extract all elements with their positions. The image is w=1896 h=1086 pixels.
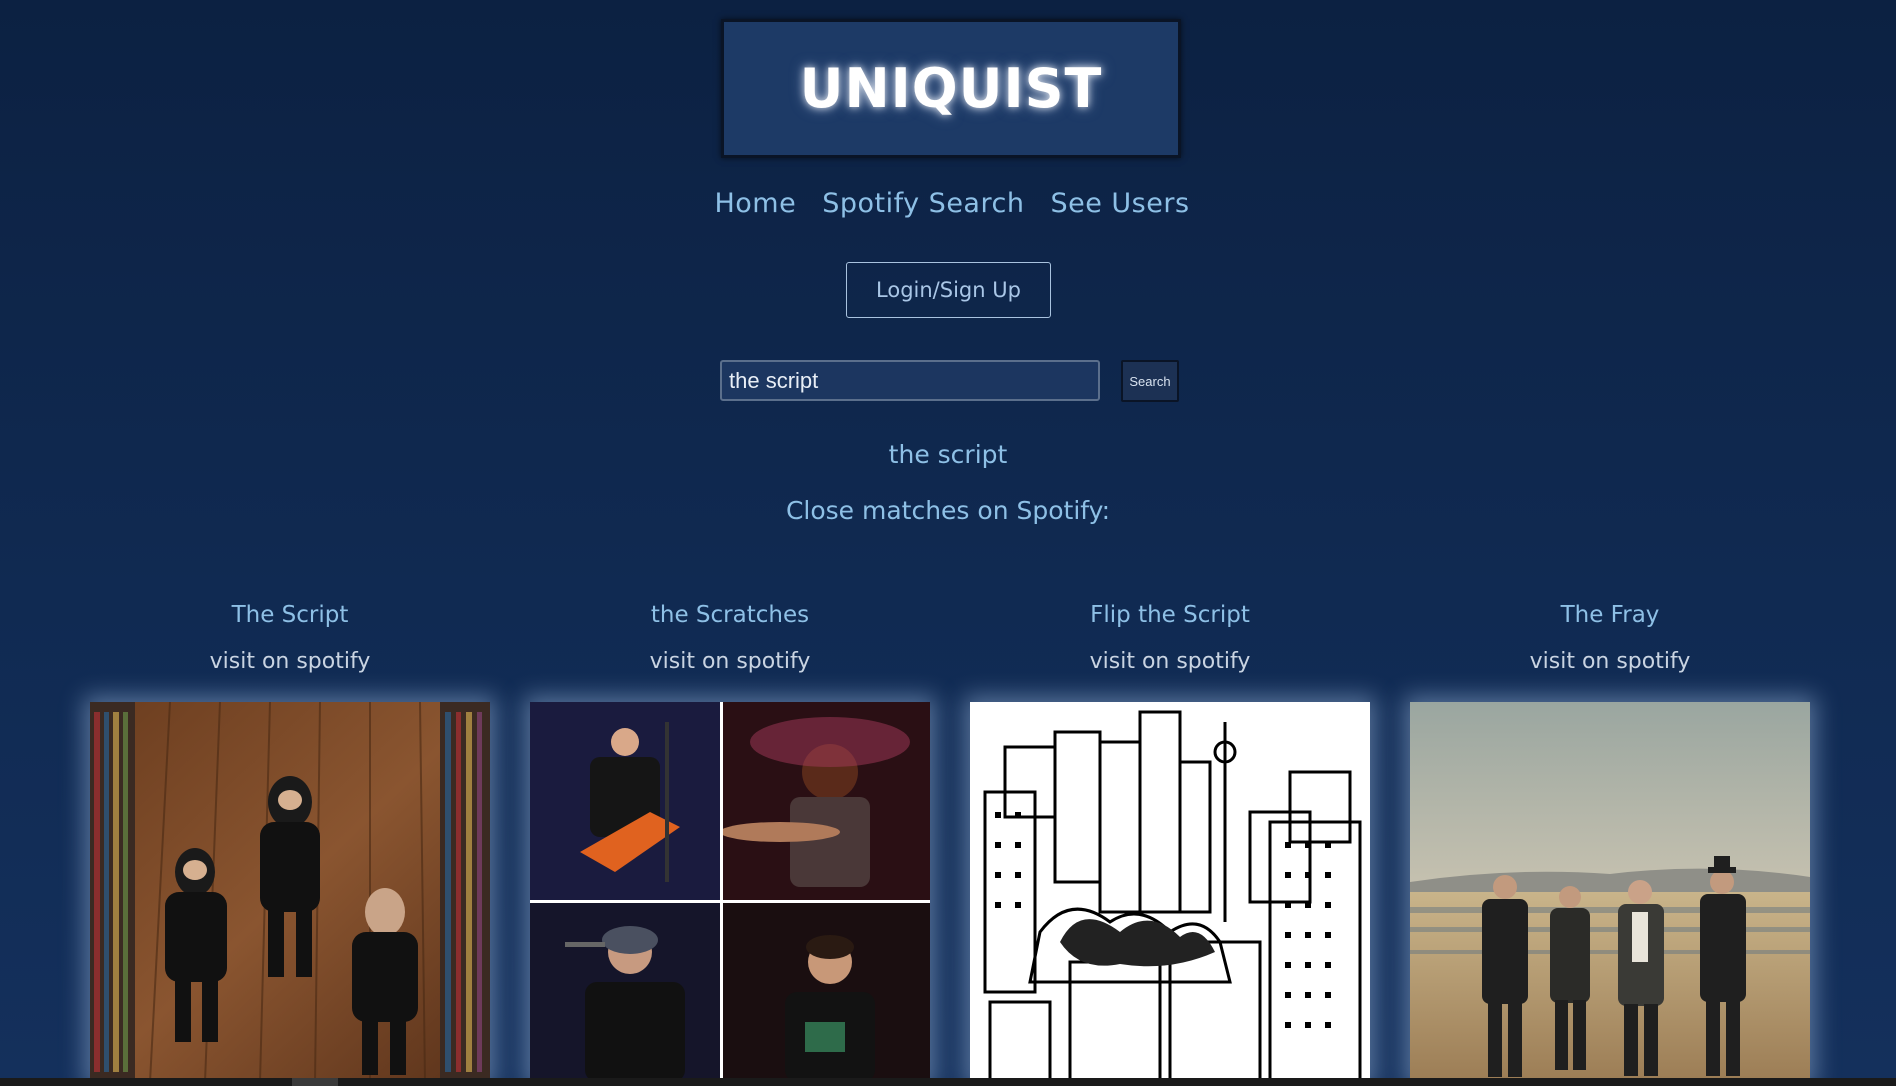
results-heading: Close matches on Spotify: [785, 496, 1111, 525]
artist-card: Flip the Script visit on spotify [970, 600, 1370, 1082]
search-button[interactable]: Search [1121, 360, 1179, 402]
scrollbar-thumb[interactable] [292, 1078, 338, 1086]
search-query-echo: the script [888, 440, 1008, 469]
visit-on-spotify-link[interactable]: visit on spotify [970, 647, 1370, 677]
artist-name: Flip the Script [1090, 602, 1250, 628]
artist-image[interactable] [1410, 702, 1810, 1082]
search-input[interactable] [720, 360, 1100, 401]
artist-card: The Script visit on spotify [90, 600, 490, 1082]
visit-on-spotify-link[interactable]: visit on spotify [90, 647, 490, 677]
visit-on-spotify-link[interactable]: visit on spotify [1410, 647, 1810, 677]
login-signup-button[interactable]: Login/Sign Up [846, 262, 1051, 318]
results-grid: The Script visit on spotify the Scratche… [0, 600, 1896, 1082]
artist-card: the Scratches visit on spotify [530, 600, 930, 1082]
artist-card: The Fray visit on spotify [1410, 600, 1810, 1082]
nav-see-users-link[interactable]: See Users [1050, 188, 1189, 219]
page: UNIQUIST Home Spotify Search See Users L… [0, 0, 1896, 1086]
nav-spotify-search-link[interactable]: Spotify Search [822, 188, 1024, 219]
horizontal-scrollbar[interactable] [0, 1078, 1896, 1086]
artist-name: The Script [231, 602, 349, 628]
main-nav: Home Spotify Search See Users [0, 188, 1896, 219]
nav-home-link[interactable]: Home [714, 188, 796, 219]
logo-text: UNIQUIST [799, 57, 1103, 120]
artist-image[interactable] [970, 702, 1370, 1082]
artist-name: the Scratches [650, 602, 810, 628]
artist-image[interactable] [90, 702, 490, 1082]
visit-on-spotify-link[interactable]: visit on spotify [530, 647, 930, 677]
artist-image[interactable] [530, 702, 930, 1082]
artist-name: The Fray [1560, 602, 1660, 628]
site-logo[interactable]: UNIQUIST [721, 19, 1181, 158]
